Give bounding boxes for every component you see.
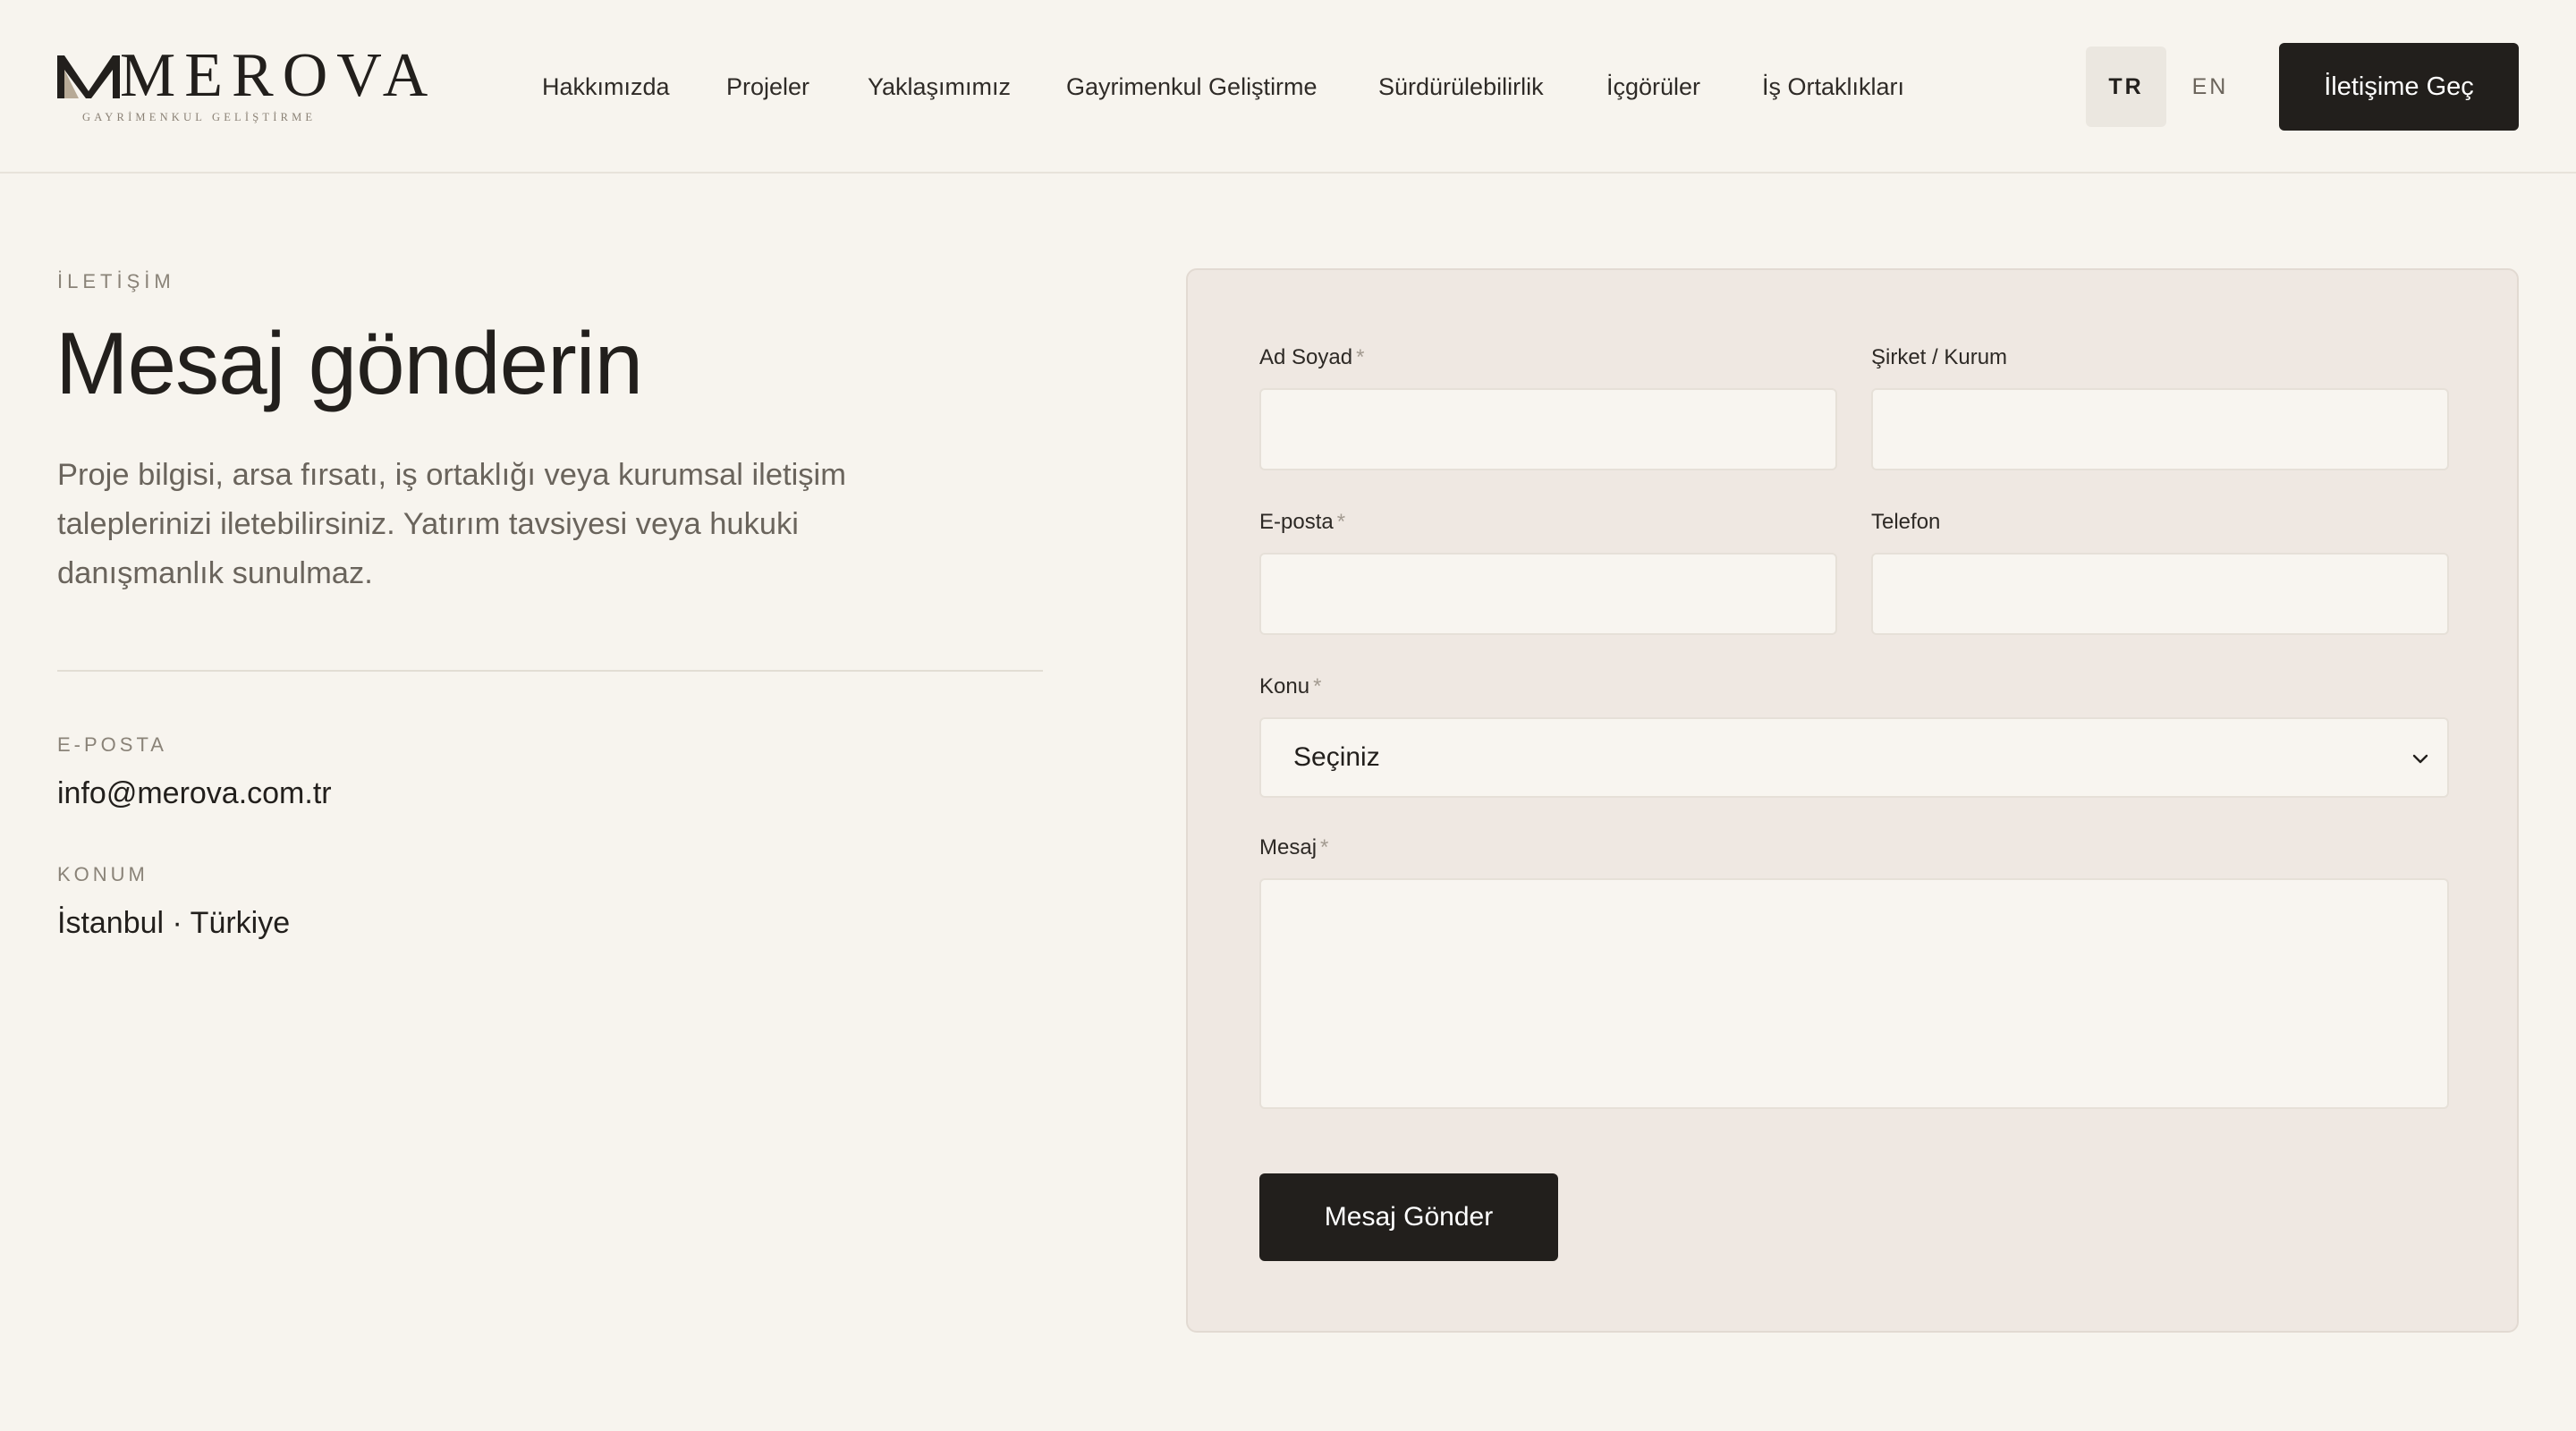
nav-item-icgoruler[interactable]: İçgörüler [1606,73,1700,101]
intro-text: Proje bilgisi, arsa fırsatı, iş ortaklığ… [57,458,846,590]
site-header: MEROVA GAYRİMENKUL GELİŞTİRME Hakkımızda… [0,0,2576,174]
location-label: KONUM [57,863,148,885]
nav-item-is-ortakliklari[interactable]: İş Ortaklıkları [1762,73,1904,101]
required-mark: * [1313,674,1322,699]
nav-item-hakkimizda[interactable]: Hakkımızda [542,73,670,101]
contact-form: Ad Soyad * Şirket / Kurum E-posta * Telefo… [1186,268,2519,1333]
divider [57,670,1043,672]
name-field-label: Ad Soyad * [1259,345,1364,370]
logo-wordmark: MEROVA [120,41,437,110]
email-link[interactable]: info@merova.com.tr [57,776,332,811]
phone-field-label: Telefon [1871,510,1941,534]
name-input[interactable] [1259,388,1837,470]
email-field-label: E-posta * [1259,510,1345,535]
logo-mark-icon [57,55,120,98]
company-field-label: Şirket / Kurum [1871,345,2008,369]
subject-select[interactable]: Seçiniz [1259,717,2449,798]
company-input[interactable] [1871,388,2449,470]
message-field-label: Mesaj * [1259,835,1328,860]
message-textarea[interactable] [1259,878,2449,1109]
language-tr-button[interactable]: TR [2086,47,2166,127]
page-title: Mesaj gönderin [55,314,643,412]
email-input[interactable] [1259,553,1837,635]
nav-item-surdurulebilirlik[interactable]: Sürdürülebilirlik [1378,73,1544,101]
nav-item-projeler[interactable]: Projeler [726,73,809,101]
phone-input[interactable] [1871,553,2449,635]
section-eyebrow: İLETİŞİM [57,270,175,292]
nav-item-gayrimenkul-gelistirme[interactable]: Gayrimenkul Geliştirme [1066,73,1318,101]
language-en-button[interactable]: EN [2170,47,2250,127]
required-mark: * [1336,510,1346,534]
name-label-text: Ad Soyad [1259,345,1353,369]
subject-label-text: Konu [1259,674,1310,699]
subject-selected-value: Seçiniz [1293,742,1380,772]
chevron-down-icon [2412,754,2428,764]
message-label-text: Mesaj [1259,835,1318,859]
contact-cta-button[interactable]: İletişime Geç [2279,43,2519,131]
subject-field-label: Konu * [1259,674,1321,699]
submit-message-button[interactable]: Mesaj Gönder [1259,1173,1558,1261]
logo-tagline: GAYRİMENKUL GELİŞTİRME [82,111,317,123]
email-label-text: E-posta [1259,510,1334,534]
location-value: İstanbul · Türkiye [57,906,291,940]
required-mark: * [1356,345,1365,369]
email-label: E-POSTA [57,733,167,756]
merova-logo[interactable]: MEROVA GAYRİMENKUL GELİŞTİRME [55,45,428,125]
nav-item-yaklasimimiz[interactable]: Yaklaşımımız [868,73,1011,101]
required-mark: * [1320,835,1329,859]
